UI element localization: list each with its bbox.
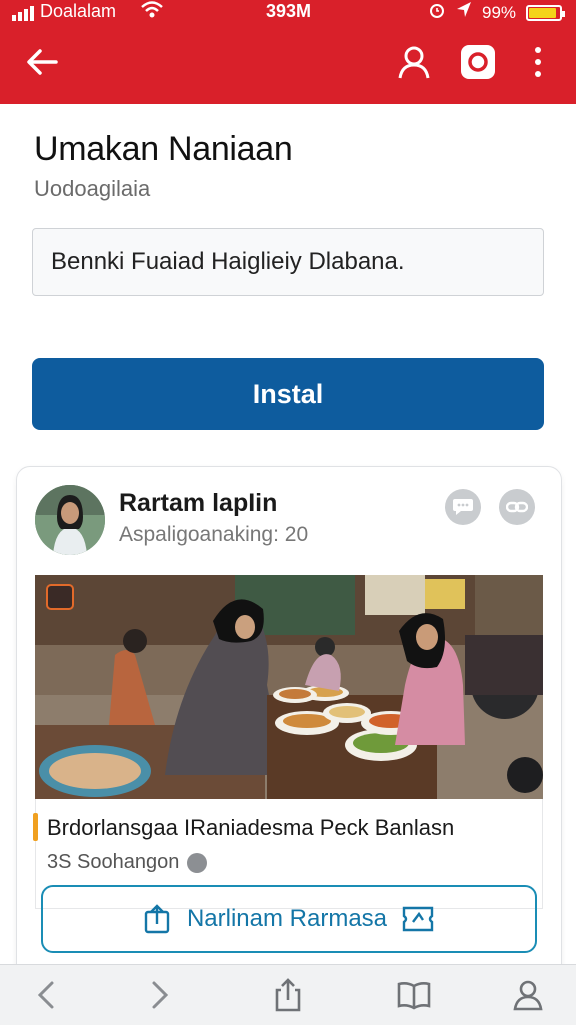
user-icon (398, 46, 430, 79)
battery-percent: 99% (482, 2, 517, 22)
post-caption[interactable]: Brdorlansgaa IRaniadesma Peck Banlasn (47, 815, 454, 841)
app-title: Umakan Naniaan (34, 130, 293, 168)
link-icon (506, 501, 528, 513)
signal-icon (12, 6, 34, 21)
nav-back-icon (37, 981, 54, 1009)
status-right: 99% (428, 1, 566, 24)
post-action-label: Narlinam Rarmasa (186, 905, 388, 932)
camera-button[interactable] (456, 40, 500, 84)
nav-forward-button[interactable] (138, 975, 182, 1015)
location-icon (456, 1, 472, 24)
app-header: Doalalam 393M 99% (0, 0, 576, 104)
more-options-button[interactable] (520, 40, 556, 84)
post-card: Rartam lapIin Aspaligoanaking: 20 Brdorl… (16, 466, 562, 988)
profile-icon (513, 980, 543, 1011)
share-upload-icon (144, 904, 170, 934)
share-button[interactable] (266, 975, 310, 1015)
install-button[interactable]: Instal (32, 358, 544, 430)
alarm-icon (428, 1, 446, 24)
bookmarks-icon (397, 982, 431, 1010)
post-author[interactable]: Rartam lapIin (119, 489, 277, 518)
app-subtitle: Uodoagilaia (34, 176, 151, 201)
battery-fill (529, 7, 556, 18)
back-arrow-icon (27, 49, 58, 75)
avatar[interactable] (35, 485, 105, 555)
link-button[interactable] (499, 489, 535, 525)
share-icon (275, 978, 301, 1012)
ticket-icon (402, 906, 434, 932)
post-stats-text: 3S Soohangon (47, 851, 180, 873)
profile-button[interactable] (506, 975, 550, 1015)
description-field[interactable]: Bennki Fuaiad Haiglieiy Dlabana. (32, 228, 544, 296)
post-meta: Aspaligoanaking: 20 (119, 523, 309, 546)
battery-icon (526, 4, 566, 21)
instagram-icon (461, 45, 495, 79)
nav-back-button[interactable] (24, 975, 68, 1015)
account-button[interactable] (392, 40, 436, 84)
carrier-name: Doalalam (40, 1, 117, 21)
bottom-navigation (0, 964, 576, 1025)
globe-icon (187, 852, 208, 873)
comment-bubble-icon (453, 499, 473, 515)
description-text: Bennki Fuaiad Haiglieiy Dlabana. (51, 248, 405, 275)
clock: 393M (266, 1, 312, 21)
main-content: Umakan Naniaan Uodoagilaia Bennki Fuaiad… (0, 104, 576, 988)
back-button[interactable] (20, 40, 64, 84)
comment-button[interactable] (445, 489, 481, 525)
more-vertical-icon (535, 47, 541, 77)
nav-forward-icon (152, 981, 169, 1009)
status-bar: Doalalam 393M 99% (0, 0, 576, 26)
caption-accent (33, 813, 38, 841)
post-action-button[interactable]: Narlinam Rarmasa (41, 885, 537, 953)
post-photo[interactable] (35, 575, 543, 799)
post-stats: 3S Soohangon (47, 851, 208, 874)
wifi-icon (140, 0, 164, 25)
bookmarks-button[interactable] (392, 975, 436, 1015)
